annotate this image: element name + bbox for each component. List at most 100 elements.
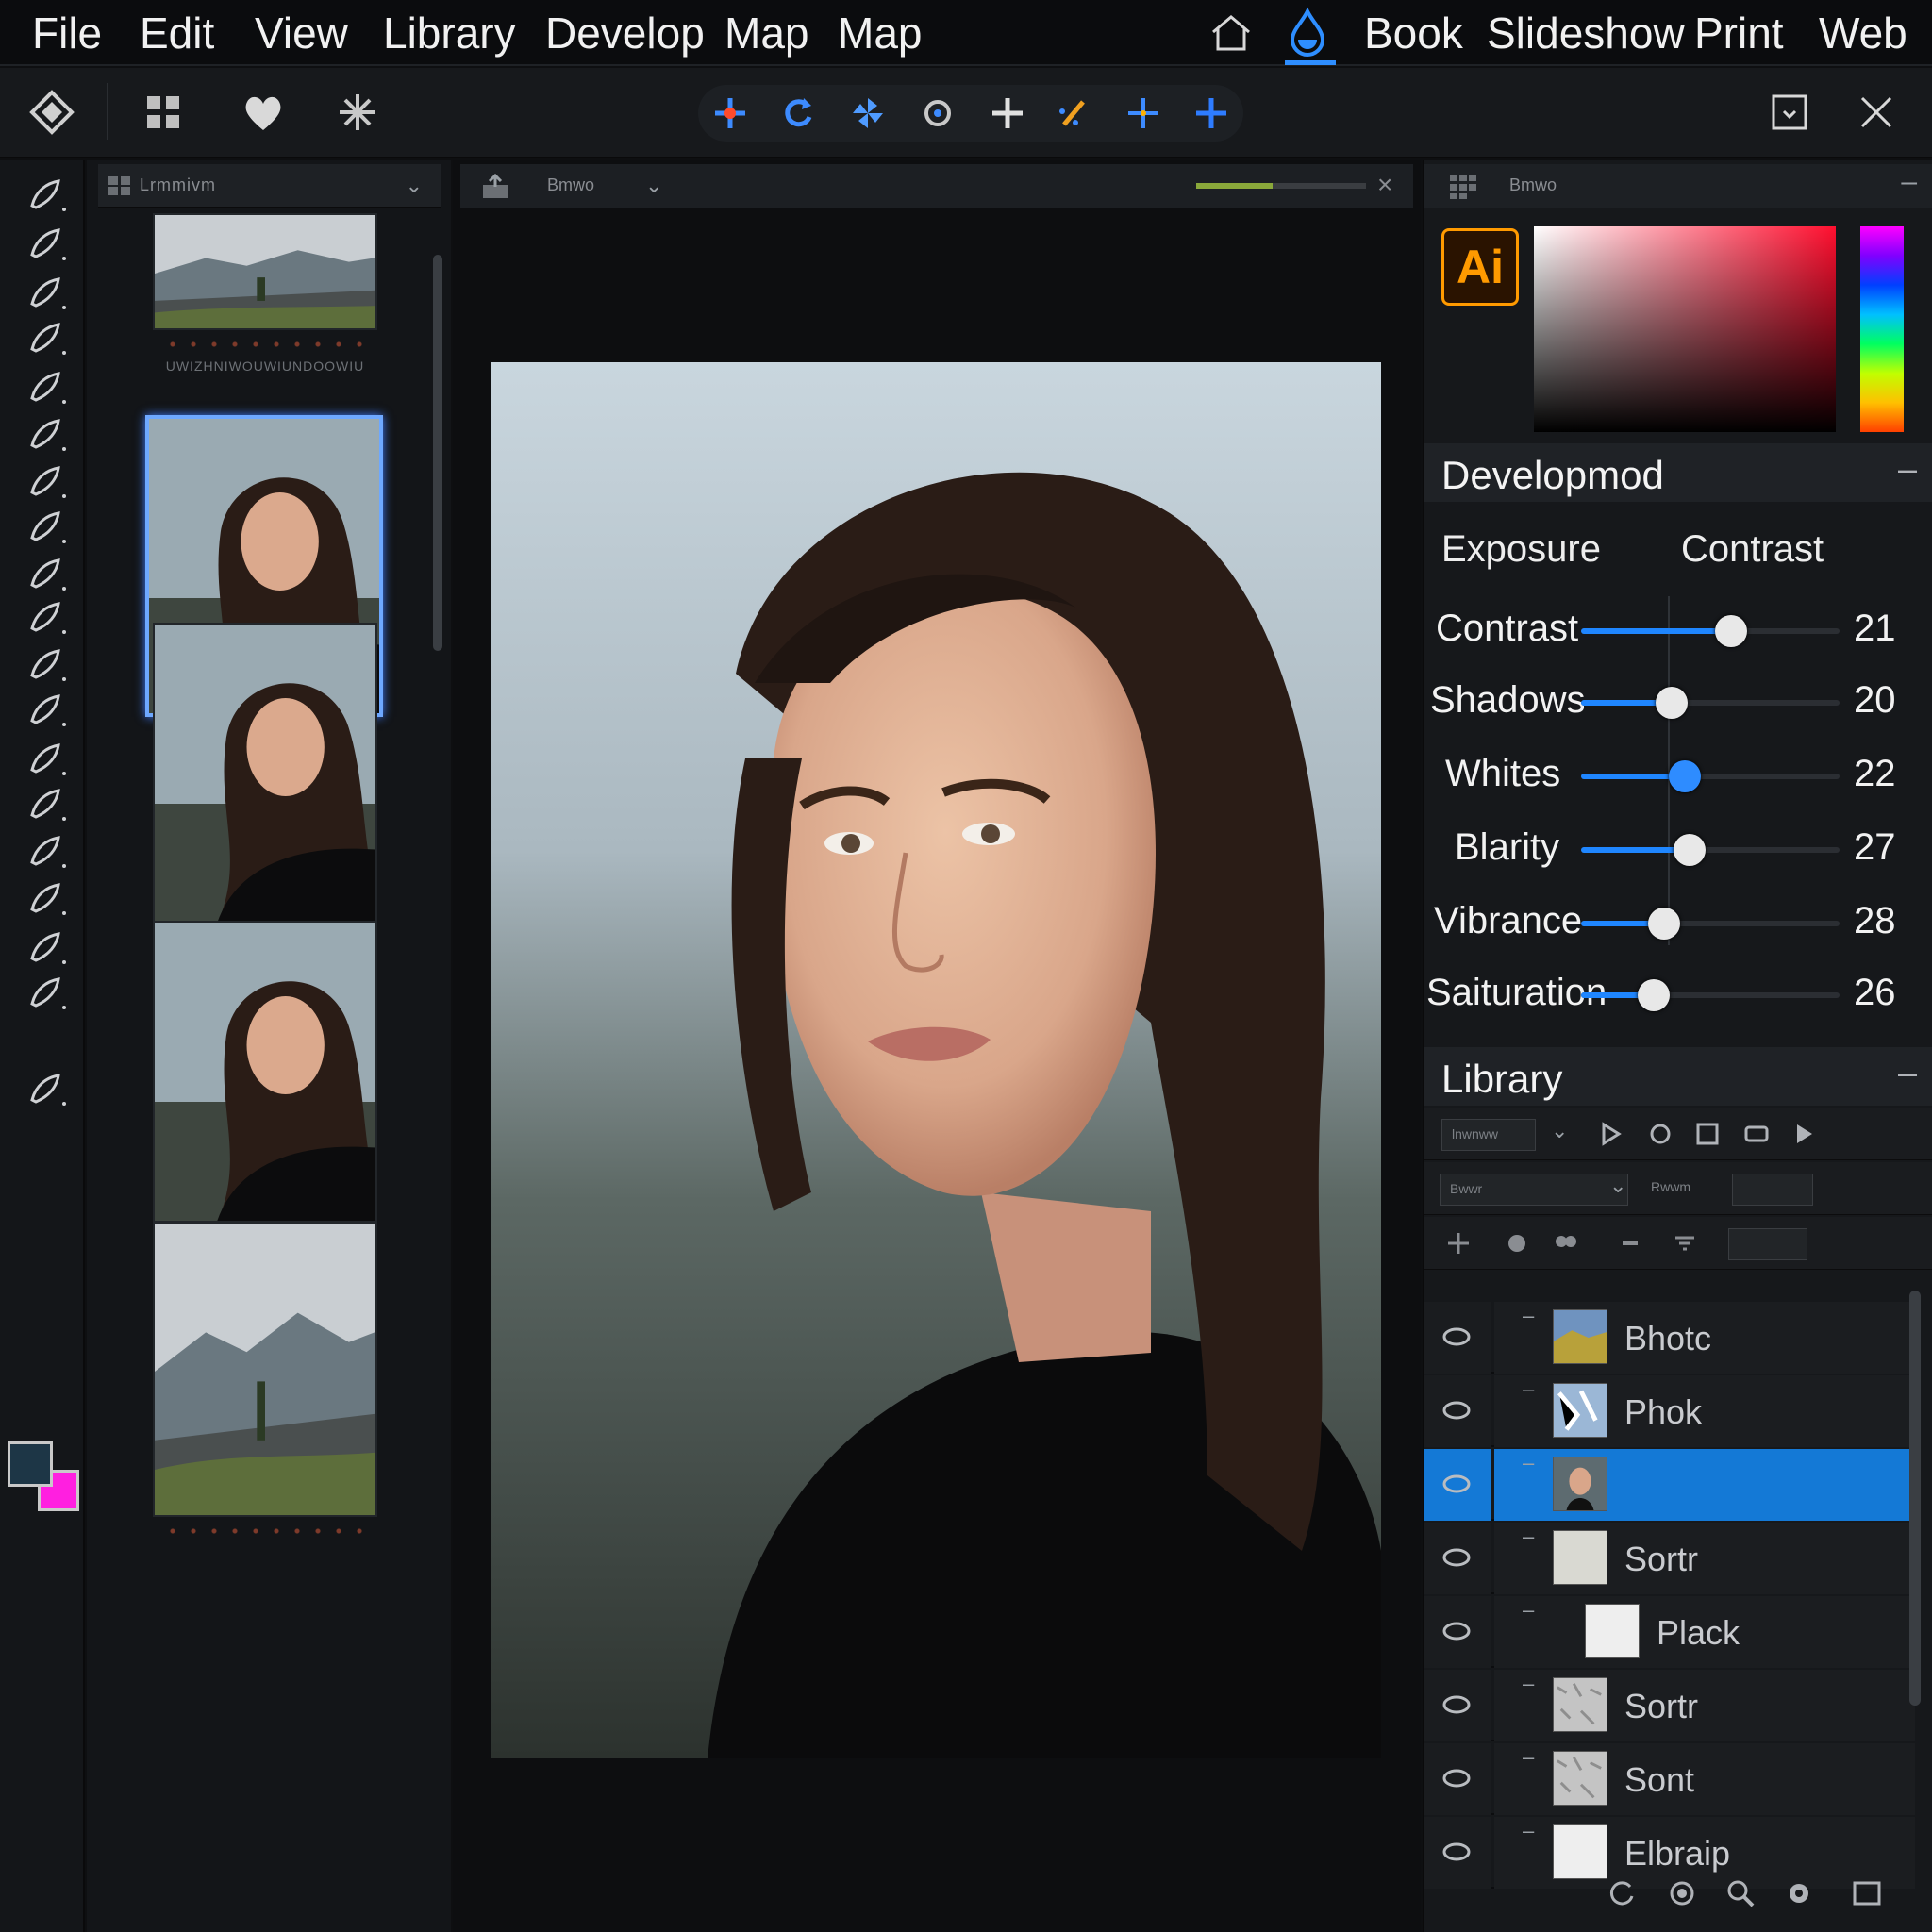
- layer-expander[interactable]: –: [1523, 1451, 1534, 1475]
- tab-contrast[interactable]: Contrast: [1681, 528, 1824, 571]
- slider-track[interactable]: [1581, 979, 1840, 1011]
- collapse-icon[interactable]: –: [1898, 1053, 1917, 1092]
- save-icon[interactable]: [1694, 1121, 1721, 1147]
- eye-icon[interactable]: [1441, 1326, 1472, 1347]
- filmstrip-grid-icon[interactable]: [108, 175, 132, 196]
- play-outline-icon[interactable]: [1598, 1121, 1624, 1147]
- pencil-icon[interactable]: [23, 460, 70, 502]
- layer-row[interactable]: – Sortr: [1424, 1670, 1915, 1741]
- slider-track[interactable]: [1581, 834, 1840, 866]
- menu-file[interactable]: File: [32, 8, 102, 58]
- record-icon[interactable]: [1647, 1121, 1674, 1147]
- eye-icon[interactable]: [1441, 1547, 1472, 1568]
- layer-expander[interactable]: –: [1523, 1598, 1534, 1623]
- link-icon[interactable]: [1617, 1230, 1643, 1257]
- close-icon[interactable]: [1853, 89, 1900, 136]
- frame-icon[interactable]: [23, 926, 70, 968]
- eye-icon[interactable]: [1441, 1621, 1472, 1641]
- mask-icon[interactable]: [1666, 1877, 1698, 1909]
- slider-handle[interactable]: [1674, 834, 1707, 866]
- layer-row[interactable]: –: [1424, 1449, 1915, 1521]
- eye-icon[interactable]: [1441, 1841, 1472, 1862]
- slider-handle[interactable]: [1714, 615, 1747, 647]
- chevron-down-icon[interactable]: ⌄: [1609, 1174, 1626, 1198]
- main-photo[interactable]: [491, 362, 1381, 1758]
- layer-row[interactable]: – Phok: [1424, 1375, 1915, 1447]
- droplet-icon[interactable]: [1285, 6, 1330, 57]
- menu-view[interactable]: View: [255, 8, 348, 58]
- quill-icon[interactable]: [23, 596, 70, 638]
- eye-icon[interactable]: [1441, 1694, 1472, 1715]
- collapse-icon[interactable]: –: [1901, 166, 1917, 198]
- menu-slideshow[interactable]: Slideshow: [1487, 8, 1685, 58]
- smudge-icon[interactable]: [23, 783, 70, 824]
- menu-map-2[interactable]: Map: [838, 8, 922, 58]
- slider-track[interactable]: [1581, 760, 1840, 792]
- bird-icon[interactable]: [23, 689, 70, 730]
- slider-handle[interactable]: [1647, 908, 1680, 940]
- play-icon[interactable]: [1790, 1121, 1817, 1147]
- library-mode-select[interactable]: lnwnww: [1441, 1119, 1536, 1151]
- layer-expander[interactable]: –: [1523, 1745, 1534, 1770]
- search-icon[interactable]: [1724, 1877, 1757, 1909]
- menu-map[interactable]: Map: [724, 8, 808, 58]
- sun-icon[interactable]: [23, 174, 70, 215]
- develop-section-header[interactable]: Developmod –: [1424, 443, 1932, 502]
- slider-handle[interactable]: [1655, 687, 1688, 719]
- layer-row[interactable]: – Sont: [1424, 1743, 1915, 1815]
- slider-track[interactable]: [1581, 615, 1840, 647]
- slider-value[interactable]: 20: [1854, 679, 1896, 722]
- layers-scrollbar[interactable]: [1909, 1291, 1921, 1706]
- library-section-header[interactable]: Library –: [1424, 1047, 1932, 1106]
- cloud-icon[interactable]: [23, 972, 70, 1013]
- menu-book[interactable]: Book: [1364, 8, 1463, 58]
- foreground-color-swatch[interactable]: [8, 1441, 53, 1487]
- sparkle-icon[interactable]: [1445, 1230, 1472, 1257]
- plus-icon[interactable]: [989, 94, 1026, 132]
- layer-row[interactable]: – Plack: [1424, 1596, 1915, 1668]
- eye-icon[interactable]: [1441, 1768, 1472, 1789]
- layer-expander[interactable]: –: [1523, 1524, 1534, 1549]
- grid-tool-icon[interactable]: [140, 89, 187, 136]
- filmstrip-scrollbar[interactable]: [433, 255, 442, 651]
- tag-icon[interactable]: [1743, 1121, 1770, 1147]
- layer-row[interactable]: – Bhotc: [1424, 1302, 1915, 1374]
- refresh-icon[interactable]: [1606, 1877, 1638, 1909]
- window-icon[interactable]: [1766, 89, 1813, 136]
- chevron-down-icon[interactable]: ⌄: [406, 174, 423, 198]
- adjust-icon[interactable]: [1504, 1230, 1530, 1257]
- stamp-icon[interactable]: [23, 366, 70, 408]
- pinwheel-icon[interactable]: [849, 94, 887, 132]
- heart-icon[interactable]: [240, 89, 287, 136]
- filter-icon[interactable]: [1672, 1230, 1698, 1257]
- library-blend-dropdown[interactable]: [1728, 1228, 1807, 1260]
- slider-handle[interactable]: [1668, 760, 1701, 792]
- slider-track[interactable]: [1581, 687, 1840, 719]
- new-layer-icon[interactable]: [1851, 1877, 1883, 1909]
- layer-row[interactable]: – Sortr: [1424, 1523, 1915, 1594]
- swatch-grid-icon[interactable]: [1449, 174, 1477, 200]
- hue-slider[interactable]: [1860, 226, 1904, 432]
- brush-icon[interactable]: [23, 413, 70, 455]
- layer-expander[interactable]: –: [1523, 1377, 1534, 1402]
- library-filter-dropdown[interactable]: [1732, 1174, 1813, 1206]
- screen-mode-icon[interactable]: [23, 1068, 70, 1109]
- magnifier-icon[interactable]: [23, 877, 70, 919]
- eye-icon[interactable]: [1441, 1400, 1472, 1421]
- marker-icon[interactable]: [23, 553, 70, 594]
- filmstrip-thumb[interactable]: [153, 921, 377, 1223]
- slider-value[interactable]: 26: [1854, 972, 1896, 1014]
- filmstrip-rating-dots[interactable]: [162, 1528, 370, 1534]
- color-picker-field[interactable]: [1534, 226, 1836, 432]
- target-icon[interactable]: [1192, 94, 1230, 132]
- flower-icon[interactable]: [919, 94, 957, 132]
- menu-develop[interactable]: Develop: [545, 8, 705, 58]
- slider-value[interactable]: 22: [1854, 753, 1896, 795]
- filmstrip-rating-dots[interactable]: [162, 341, 370, 347]
- eye-icon[interactable]: [1441, 1474, 1472, 1494]
- library-filter-secondary[interactable]: Rwwm: [1651, 1179, 1690, 1194]
- slider-value[interactable]: 27: [1854, 826, 1896, 869]
- blob-icon[interactable]: [23, 738, 70, 779]
- group-icon[interactable]: [1553, 1230, 1579, 1257]
- layer-expander[interactable]: –: [1523, 1672, 1534, 1696]
